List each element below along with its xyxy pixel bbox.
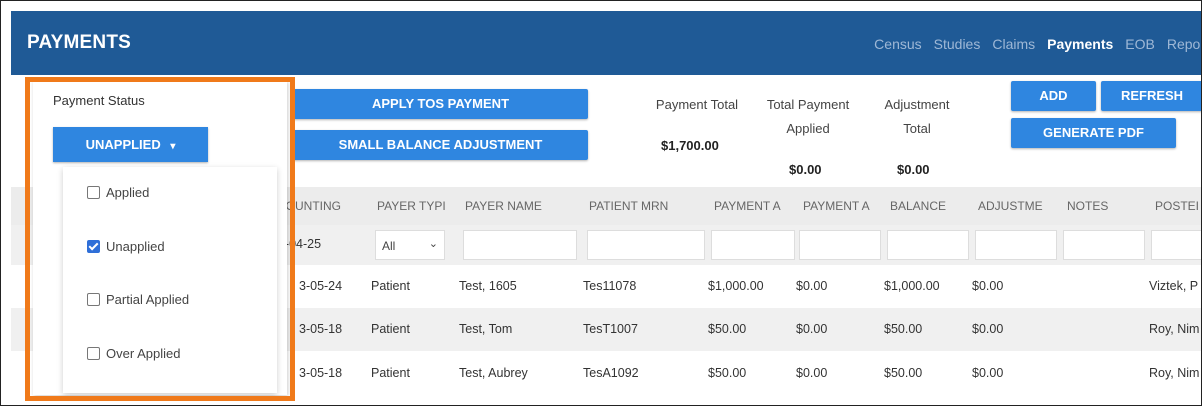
nav-studies[interactable]: Studies	[934, 36, 981, 52]
cell-payer-name: Test, Tom	[459, 322, 513, 336]
payer-name-filter[interactable]	[463, 230, 577, 260]
col-payment-amount[interactable]: PAYMENT A	[714, 199, 781, 213]
nav-payments[interactable]: Payments	[1047, 36, 1113, 52]
generate-pdf-button[interactable]: GENERATE PDF	[1011, 118, 1176, 148]
nav-census[interactable]: Census	[874, 36, 921, 52]
payment-amount-filter[interactable]	[711, 230, 795, 260]
col-balance[interactable]: BALANCE	[890, 199, 946, 213]
col-adjustment[interactable]: ADJUSTME	[978, 199, 1043, 213]
nav-reports[interactable]: Repor	[1167, 36, 1201, 52]
cell-posted: Roy, Nim	[1149, 366, 1200, 380]
cell-balance: $50.00	[884, 322, 923, 336]
cell-date: 3-05-24	[299, 279, 343, 293]
cell-payment-amount: $50.00	[708, 366, 747, 380]
cell-posted: Viztek, P	[1149, 279, 1199, 293]
highlight-box	[25, 77, 295, 401]
cell-date: 3-05-18	[299, 322, 343, 336]
app-frame: PAYMENTS Census Studies Claims Payments …	[0, 0, 1202, 406]
cell-mrn: TesA1092	[583, 366, 639, 380]
patient-mrn-filter[interactable]	[587, 230, 705, 260]
cell-balance: $50.00	[884, 366, 923, 380]
cell-payment-applied: $0.00	[796, 322, 828, 336]
notes-filter[interactable]	[1063, 230, 1145, 260]
cell-date: 3-05-18	[299, 366, 343, 380]
cell-adjustment: $0.00	[972, 366, 1004, 380]
col-posted[interactable]: POSTEI	[1155, 199, 1199, 213]
balance-filter[interactable]	[887, 230, 969, 260]
adjustment-total-label-2: Total	[903, 121, 931, 136]
col-payment-applied[interactable]: PAYMENT A	[803, 199, 870, 213]
add-button[interactable]: ADD	[1011, 81, 1096, 111]
total-payment-applied-label-2: Applied	[786, 121, 830, 136]
cell-payer-type: Patient	[371, 279, 410, 293]
payer-type-filter[interactable]: All ⌄	[375, 230, 445, 260]
small-balance-adjustment-button[interactable]: SMALL BALANCE ADJUSTMENT	[293, 130, 588, 160]
cell-mrn: Tes11078	[583, 279, 637, 293]
cell-adjustment: $0.00	[972, 279, 1004, 293]
cell-payment-amount: $1,000.00	[708, 279, 764, 293]
top-nav: Census Studies Claims Payments EOB Repor	[862, 36, 1201, 52]
cell-mrn: TesT1007	[583, 322, 638, 336]
refresh-button[interactable]: REFRESH	[1101, 81, 1201, 111]
adjustment-total-label-1: Adjustment	[884, 97, 950, 112]
cell-balance: $1,000.00	[884, 279, 940, 293]
cell-posted: Roy, Nim	[1149, 322, 1200, 336]
header-bar: PAYMENTS Census Studies Claims Payments …	[11, 11, 1201, 75]
total-payment-applied-label-1: Total Payment	[766, 97, 850, 112]
nav-eob[interactable]: EOB	[1125, 36, 1155, 52]
adjustment-total-value: $0.00	[897, 162, 930, 177]
payment-applied-filter[interactable]	[799, 230, 881, 260]
nav-claims[interactable]: Claims	[992, 36, 1035, 52]
cell-payment-applied: $0.00	[796, 279, 828, 293]
col-payer-type[interactable]: PAYER TYPI	[377, 199, 446, 213]
cell-payer-name: Test, Aubrey	[459, 366, 528, 380]
cell-payment-amount: $50.00	[708, 322, 747, 336]
apply-tos-payment-button[interactable]: APPLY TOS PAYMENT	[293, 89, 588, 119]
col-patient-mrn[interactable]: PATIENT MRN	[589, 199, 668, 213]
cell-adjustment: $0.00	[972, 322, 1004, 336]
cell-payment-applied: $0.00	[796, 366, 828, 380]
cell-payer-type: Patient	[371, 366, 410, 380]
payment-total-label: Payment Total	[655, 97, 739, 112]
cell-payer-name: Test, 1605	[459, 279, 517, 293]
payer-type-value: All	[382, 239, 396, 253]
payment-total-value: $1,700.00	[661, 138, 719, 153]
col-payer-name[interactable]: PAYER NAME	[465, 199, 542, 213]
chevron-down-icon: ⌄	[428, 238, 438, 250]
adjustment-filter[interactable]	[975, 230, 1057, 260]
page-title: PAYMENTS	[27, 32, 132, 53]
cell-payer-type: Patient	[371, 322, 410, 336]
col-notes[interactable]: NOTES	[1067, 199, 1108, 213]
posted-filter[interactable]	[1151, 230, 1201, 260]
total-payment-applied-value: $0.00	[789, 162, 822, 177]
